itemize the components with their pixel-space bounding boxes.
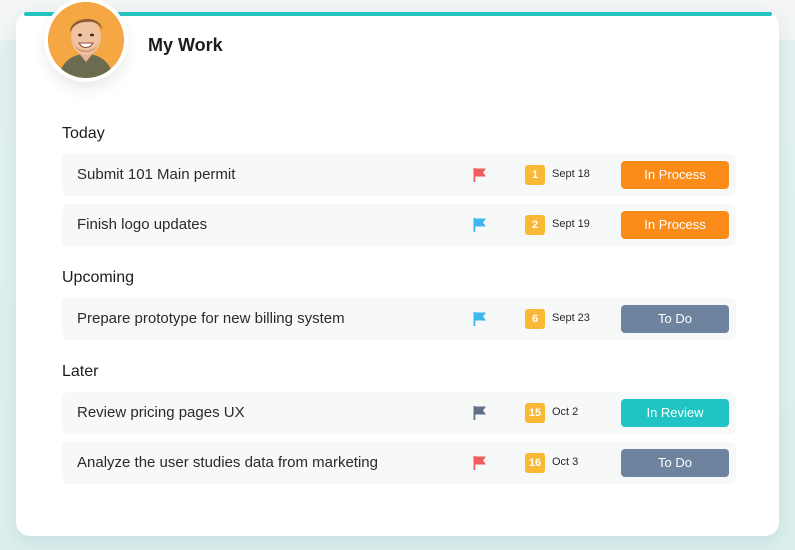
status-button[interactable]: To Do	[621, 305, 729, 333]
flag-icon[interactable]	[472, 217, 488, 233]
page-title: My Work	[148, 35, 223, 55]
due-date: Oct 3	[552, 456, 579, 468]
due-date: Sept 18	[552, 168, 590, 180]
task-row[interactable]: Review pricing pages UX 15 Oct 2 In Revi…	[62, 392, 736, 434]
flag-icon[interactable]	[472, 405, 488, 421]
task-title: Review pricing pages UX	[77, 404, 245, 421]
task-row[interactable]: Submit 101 Main permit 1 Sept 18 In Proc…	[62, 154, 736, 196]
status-button[interactable]: To Do	[621, 449, 729, 477]
accent-bar	[24, 12, 772, 16]
task-title: Analyze the user studies data from marke…	[77, 454, 378, 471]
task-title: Prepare prototype for new billing system	[77, 310, 345, 327]
task-title: Submit 101 Main permit	[77, 166, 236, 183]
status-button[interactable]: In Process	[621, 211, 729, 239]
user-avatar[interactable]	[48, 2, 124, 78]
task-row[interactable]: Prepare prototype for new billing system…	[62, 298, 736, 340]
count-badge: 16	[525, 453, 545, 473]
flag-icon[interactable]	[472, 311, 488, 327]
flag-icon[interactable]	[472, 455, 488, 471]
due-date: Sept 23	[552, 312, 590, 324]
count-badge: 2	[525, 215, 545, 235]
flag-icon[interactable]	[472, 167, 488, 183]
count-badge: 1	[525, 165, 545, 185]
avatar-illustration	[48, 2, 124, 78]
task-title: Finish logo updates	[77, 216, 208, 233]
section-heading-upcoming: Upcoming	[62, 269, 135, 286]
section-heading-later: Later	[62, 363, 99, 380]
task-row[interactable]: Finish logo updates 2 Sept 19 In Process	[62, 204, 736, 246]
due-date: Sept 19	[552, 218, 590, 230]
section-heading-today: Today	[62, 125, 105, 142]
my-work-screen: My Work Today Submit 101 Main permit 1 S…	[0, 0, 795, 550]
status-button[interactable]: In Review	[621, 399, 729, 427]
task-row[interactable]: Analyze the user studies data from marke…	[62, 442, 736, 484]
status-button[interactable]: In Process	[621, 161, 729, 189]
count-badge: 15	[525, 403, 545, 423]
count-badge: 6	[525, 309, 545, 329]
due-date: Oct 2	[552, 406, 579, 418]
